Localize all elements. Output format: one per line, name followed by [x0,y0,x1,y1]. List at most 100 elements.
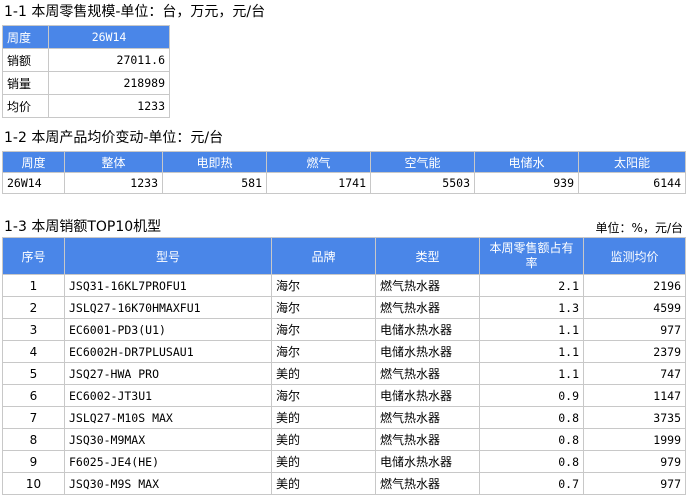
rank-cell: 2 [2,296,65,319]
rank-cell: 1 [2,274,65,297]
week-cell: 26W14 [2,172,65,194]
brand-cell: 美的 [271,428,376,451]
table-row: 3 EC6001-PD3(U1) 海尔 电储水热水器 1.1 977 [2,318,686,341]
header-cell: 序号 [2,237,65,275]
table-row: 销量 218989 [2,71,170,95]
section3-unit: 单位：%，元/台 [595,221,683,235]
header-cell: 监测均价 [583,237,686,275]
type-cell: 电储水热水器 [375,318,480,341]
row-value: 1233 [48,94,170,118]
model-cell: JSQ31-16KL7PROFU1 [64,274,272,297]
brand-cell: 海尔 [271,340,376,363]
rank-cell: 6 [2,384,65,407]
model-cell: JSQ27-HWA PRO [64,362,272,385]
brand-cell: 海尔 [271,318,376,341]
model-cell: JSQ30-M9MAX [64,428,272,451]
model-cell: F6025-JE4(HE) [64,450,272,473]
table-row: 2 JSLQ27-16K70HMAXFU1 海尔 燃气热水器 1.3 4599 [2,296,686,319]
table-header-row: 序号 型号 品牌 类型 本周零售额占有率 监测均价 [2,237,686,275]
rank-cell: 4 [2,340,65,363]
header-cell: 类型 [375,237,480,275]
header-cell: 电储水 [474,151,579,173]
rank-cell: 3 [2,318,65,341]
brand-cell: 美的 [271,362,376,385]
value-cell: 6144 [578,172,686,194]
table-row: 销额 27011.6 [2,48,170,72]
brand-cell: 海尔 [271,296,376,319]
price-cell: 979 [583,450,686,473]
row-label: 均价 [2,94,49,118]
price-cell: 4599 [583,296,686,319]
model-cell: EC6002H-DR7PLUSAU1 [64,340,272,363]
type-cell: 燃气热水器 [375,428,480,451]
model-cell: JSLQ27-16K70HMAXFU1 [64,296,272,319]
section2-title: 1-2 本周产品均价变动-单位：元/台 [4,130,224,146]
share-cell: 1.1 [479,318,584,341]
share-cell: 1.1 [479,362,584,385]
price-cell: 977 [583,472,686,495]
table-row: 7 JSLQ27-M10S MAX 美的 燃气热水器 0.8 3735 [2,406,686,429]
model-cell: JSLQ27-M10S MAX [64,406,272,429]
price-cell: 2196 [583,274,686,297]
header-cell: 太阳能 [578,151,686,173]
rank-cell: 7 [2,406,65,429]
table-row: 均价 1233 [2,94,170,118]
header-cell: 品牌 [271,237,376,275]
model-cell: EC6001-PD3(U1) [64,318,272,341]
price-cell: 3735 [583,406,686,429]
top10-models-table: 序号 型号 品牌 类型 本周零售额占有率 监测均价 1 JSQ31-16KL7PR… [2,237,686,495]
rank-cell: 5 [2,362,65,385]
table-row: 9 F6025-JE4(HE) 美的 电储水热水器 0.8 979 [2,450,686,473]
share-cell: 0.8 [479,406,584,429]
value-cell: 1741 [266,172,371,194]
header-cell: 燃气 [266,151,371,173]
type-cell: 电储水热水器 [375,340,480,363]
share-cell: 1.3 [479,296,584,319]
price-cell: 1999 [583,428,686,451]
section3-title: 1-3 本周销额TOP10机型 [4,219,162,235]
type-cell: 燃气热水器 [375,472,480,495]
header-cell: 26W14 [48,25,170,49]
table-row: 周度 26W14 [2,25,170,49]
value-cell: 581 [162,172,267,194]
type-cell: 燃气热水器 [375,296,480,319]
header-cell: 型号 [64,237,272,275]
brand-cell: 美的 [271,472,376,495]
table-row: 5 JSQ27-HWA PRO 美的 燃气热水器 1.1 747 [2,362,686,385]
share-cell: 2.1 [479,274,584,297]
table-row: 1 JSQ31-16KL7PROFU1 海尔 燃气热水器 2.1 2196 [2,274,686,297]
model-cell: JSQ30-M9S MAX [64,472,272,495]
header-cell: 本周零售额占有率 [479,237,584,275]
brand-cell: 美的 [271,406,376,429]
value-cell: 5503 [370,172,475,194]
share-cell: 0.7 [479,472,584,495]
avg-price-change-table: 周度 整体 电即热 燃气 空气能 电储水 太阳能 26W14 1233 581 … [2,151,686,194]
price-cell: 2379 [583,340,686,363]
brand-cell: 美的 [271,450,376,473]
price-cell: 747 [583,362,686,385]
value-cell: 939 [474,172,579,194]
brand-cell: 海尔 [271,274,376,297]
share-cell: 0.8 [479,450,584,473]
retail-scale-table: 周度 26W14 销额 27011.6 销量 218989 均价 1233 [2,25,170,118]
row-label: 销额 [2,48,49,72]
table-row: 4 EC6002H-DR7PLUSAU1 海尔 电储水热水器 1.1 2379 [2,340,686,363]
model-cell: EC6002-JT3U1 [64,384,272,407]
table-header-row: 周度 整体 电即热 燃气 空气能 电储水 太阳能 [2,151,686,173]
header-cell: 整体 [64,151,163,173]
price-cell: 977 [583,318,686,341]
rank-cell: 10 [2,472,65,495]
share-cell: 0.9 [479,384,584,407]
type-cell: 燃气热水器 [375,406,480,429]
table-row: 26W14 1233 581 1741 5503 939 6144 [2,172,686,194]
rank-cell: 8 [2,428,65,451]
share-cell: 0.8 [479,428,584,451]
header-cell: 空气能 [370,151,475,173]
row-label: 销量 [2,71,49,95]
type-cell: 燃气热水器 [375,362,480,385]
share-cell: 1.1 [479,340,584,363]
header-cell: 电即热 [162,151,267,173]
header-cell: 周度 [2,25,49,49]
type-cell: 燃气热水器 [375,274,480,297]
rank-cell: 9 [2,450,65,473]
